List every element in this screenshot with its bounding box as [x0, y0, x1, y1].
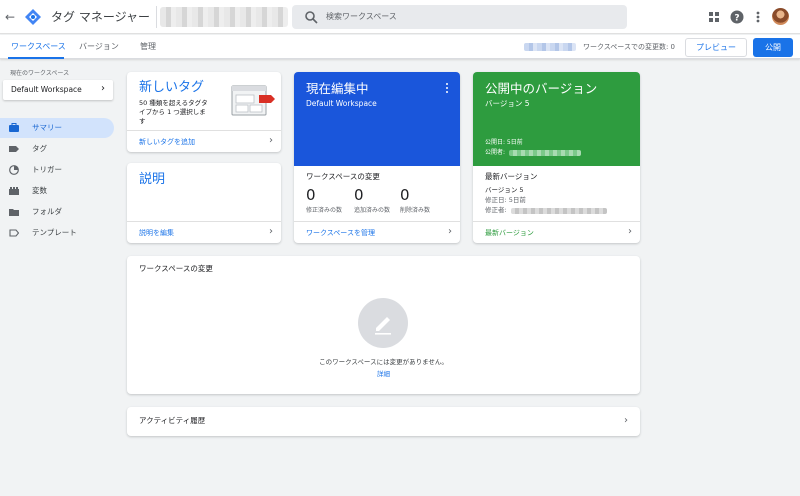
workspace-name: Default Workspace	[11, 85, 82, 94]
card-title: 新しいタグ	[139, 80, 205, 95]
variable-icon	[9, 187, 19, 195]
new-tag-card[interactable]: 新しいタグ 50 種類を超えるタグタ イプから 1 つ選択しま す 新しいタグを…	[127, 72, 281, 152]
sidebar-item-label: フォルダ	[32, 207, 62, 216]
chevron-right-icon: ›	[624, 415, 628, 426]
modified-date: 修正日: 5日前	[485, 196, 526, 204]
svg-text:?: ?	[734, 14, 739, 24]
latest-version-link[interactable]: 最新バージョン	[485, 228, 534, 238]
search-bar[interactable]: 検索ワークスペース	[292, 5, 627, 29]
modified-count: 0	[306, 186, 316, 204]
sidebar-item-tags[interactable]: タグ	[0, 139, 114, 159]
details-link[interactable]: 詳細	[127, 370, 640, 379]
workspace-changes-heading: ワークスペースの変更	[306, 172, 380, 181]
card-footer[interactable]: ワークスペースを管理 ›	[294, 221, 460, 243]
sidebar-item-variables[interactable]: 変数	[0, 181, 114, 201]
card-header-band: 公開中のバージョン バージョン 5 公開日: 5日前 公開者:	[473, 72, 640, 166]
tab-bar: ワークスペース バージョン 管理 ワークスペースでの変更数: 0 プレビュー 公…	[0, 35, 800, 59]
workspace-id	[524, 43, 576, 51]
card-title: アクティビティ履歴	[139, 416, 206, 425]
latest-version-number: バージョン 5	[485, 186, 524, 194]
chevron-right-icon: ›	[269, 135, 273, 146]
card-title: 説明	[139, 172, 166, 187]
manage-workspaces-link[interactable]: ワークスペースを管理	[306, 228, 375, 238]
folder-icon	[9, 209, 19, 216]
currently-editing-card[interactable]: 現在編集中 Default Workspace ワークスペースの変更 0 修正済…	[294, 72, 460, 243]
card-desc-line: イプから 1 つ選択しま	[139, 108, 206, 116]
more-vert-icon[interactable]	[750, 9, 766, 25]
card-subtitle: バージョン 5	[485, 99, 530, 108]
published-by-email	[509, 150, 581, 156]
card-footer[interactable]: 説明を編集 ›	[127, 221, 281, 243]
chevron-right-icon: ›	[269, 226, 273, 237]
published-version-card[interactable]: 公開中のバージョン バージョン 5 公開日: 5日前 公開者: 最新バージョン …	[473, 72, 640, 243]
activity-history-card[interactable]: アクティビティ履歴 ›	[127, 407, 640, 436]
card-desc-line: 50 種類を超えるタグタ	[139, 99, 208, 107]
sidebar-item-triggers[interactable]: トリガー	[0, 160, 114, 180]
top-app-bar: ← タグ マネージャー 検索ワークスペース ?	[0, 0, 800, 34]
added-count: 0	[354, 186, 364, 204]
chevron-right-icon: ›	[628, 226, 632, 237]
sidebar-item-label: タグ	[32, 144, 47, 153]
published-date: 公開日: 5日前	[485, 139, 523, 146]
card-title: 公開中のバージョン	[485, 81, 598, 96]
briefcase-icon	[9, 123, 19, 132]
more-vert-icon[interactable]	[444, 82, 450, 94]
sidebar-item-summary[interactable]: サマリー	[0, 118, 114, 138]
sidebar-item-folders[interactable]: フォルダ	[0, 202, 114, 222]
tab-admin[interactable]: 管理	[140, 41, 156, 53]
card-footer[interactable]: 最新バージョン ›	[473, 221, 640, 243]
deleted-count: 0	[400, 186, 410, 204]
chevron-right-icon: ›	[101, 83, 105, 94]
tag-manager-logo-icon	[25, 9, 41, 25]
search-icon	[305, 11, 318, 24]
card-subtitle: Default Workspace	[306, 99, 377, 108]
empty-state-text: このワークスペースには変更がありません。	[319, 358, 448, 366]
deleted-count-label: 削除済み数	[400, 207, 431, 214]
preview-button[interactable]: プレビュー	[685, 38, 747, 57]
new-tag-illustration-icon	[231, 85, 275, 116]
active-tab-indicator	[8, 57, 64, 59]
published-by-label: 公開者:	[485, 149, 506, 156]
tab-workspace[interactable]: ワークスペース	[11, 41, 66, 53]
add-new-tag-link[interactable]: 新しいタグを追加	[139, 137, 195, 147]
edit-description-link[interactable]: 説明を編集	[139, 228, 174, 238]
card-desc-line: す	[139, 117, 146, 125]
search-placeholder: 検索ワークスペース	[326, 12, 397, 21]
user-avatar[interactable]	[772, 8, 789, 25]
tab-versions[interactable]: バージョン	[79, 41, 119, 53]
workspace-selector[interactable]: Default Workspace ›	[3, 80, 113, 100]
card-header-band: 現在編集中 Default Workspace	[294, 72, 460, 166]
help-icon[interactable]: ?	[729, 9, 745, 25]
added-count-label: 追加済みの数	[354, 207, 391, 214]
current-workspace-label: 現在のワークスペース	[10, 70, 70, 77]
edit-pencil-icon	[358, 298, 408, 348]
app-title: タグ マネージャー	[51, 10, 150, 24]
modified-by-email	[511, 208, 607, 214]
sidebar-item-templates[interactable]: テンプレート	[0, 223, 114, 243]
back-arrow-icon[interactable]: ←	[3, 9, 17, 25]
workspace-changes-count: ワークスペースでの変更数: 0	[583, 43, 675, 51]
template-icon	[9, 229, 19, 237]
card-title: 現在編集中	[306, 81, 369, 96]
sidebar-item-label: 変数	[32, 186, 47, 195]
chevron-right-icon: ›	[448, 226, 452, 237]
latest-version-heading: 最新バージョン	[485, 172, 538, 181]
apps-grid-icon[interactable]	[706, 9, 722, 25]
description-card[interactable]: 説明 説明を編集 ›	[127, 163, 281, 243]
workspace-changes-card: ワークスペースの変更 このワークスペースには変更がありません。 詳細	[127, 256, 640, 394]
sidebar-item-label: サマリー	[32, 123, 62, 132]
sidebar-item-label: トリガー	[32, 165, 62, 174]
modified-count-label: 修正済みの数	[306, 207, 343, 214]
sidebar-item-label: テンプレート	[32, 228, 77, 237]
tag-icon	[9, 146, 19, 152]
modified-by-label: 修正者:	[485, 206, 507, 214]
trigger-icon	[9, 165, 19, 175]
publish-button[interactable]: 公開	[753, 38, 793, 57]
account-container-selector[interactable]	[160, 7, 288, 27]
card-footer[interactable]: 新しいタグを追加 ›	[127, 130, 281, 152]
divider	[156, 6, 157, 28]
card-title: ワークスペースの変更	[139, 264, 213, 273]
